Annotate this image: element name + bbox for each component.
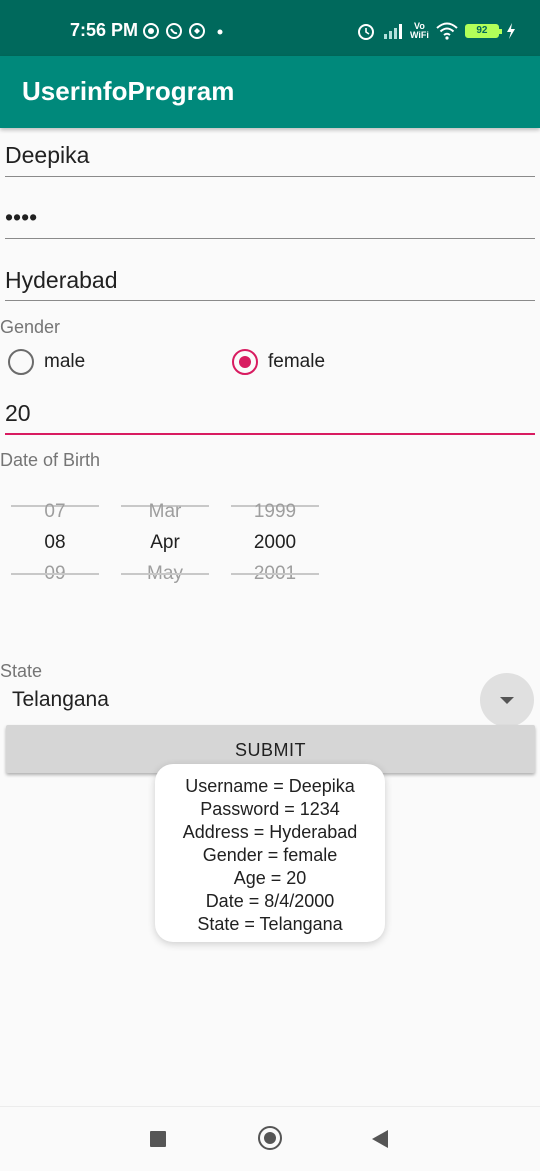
toast-line: Address = Hyderabad [182, 822, 358, 842]
radio-male-label: male [44, 351, 86, 372]
back-icon[interactable] [372, 1130, 388, 1148]
day-current: 08 [44, 532, 66, 553]
address-value: Hyderabad [5, 267, 118, 293]
toast-line: Age = 20 [233, 868, 307, 888]
month-prev: Mar [148, 501, 182, 522]
signal-icon [384, 24, 402, 39]
whatsapp-icon [166, 23, 182, 39]
charging-icon [506, 23, 515, 39]
day-prev: 07 [44, 501, 66, 522]
result-toast: Username = Deepika Password = 1234 Addre… [155, 764, 385, 942]
month-picker[interactable]: Mar Apr May [120, 500, 210, 584]
picker-divider [11, 573, 99, 575]
status-bar: 7:56 PM Vo WiFi 92 [0, 0, 540, 56]
password-underline [5, 238, 535, 239]
password-value: •••• [5, 204, 38, 230]
address-underline [5, 300, 535, 301]
radio-female-label: female [268, 351, 326, 372]
day-picker[interactable]: 07 08 09 [10, 500, 100, 584]
year-prev: 1999 [253, 501, 297, 522]
state-label: State [0, 661, 43, 681]
year-current: 2000 [253, 532, 297, 553]
toast-line: Date = 8/4/2000 [205, 891, 335, 911]
home-icon[interactable] [258, 1126, 282, 1150]
dob-label: Date of Birth [0, 450, 101, 470]
month-current: Apr [150, 532, 180, 553]
toast-line: State = Telangana [197, 914, 343, 934]
picker-divider [121, 573, 209, 575]
vowifi-bottom: WiFi [410, 30, 429, 40]
alarm-icon [358, 24, 374, 40]
username-underline [5, 176, 535, 177]
username-value: Deepika [5, 142, 90, 168]
picker-divider [231, 573, 319, 575]
notification-dot-icon [217, 29, 223, 35]
status-right-icons: Vo WiFi 92 [356, 20, 516, 42]
age-value: 20 [5, 400, 31, 426]
status-time: 7:56 PM [70, 20, 139, 40]
gender-label: Gender [0, 317, 61, 337]
battery-icon: 92 [464, 24, 502, 38]
dropdown-arrow-icon[interactable] [480, 673, 534, 727]
toast-line: Password = 1234 [200, 799, 340, 819]
toast-line: Gender = female [202, 845, 338, 865]
year-picker[interactable]: 1999 2000 2001 [230, 500, 320, 584]
username-field[interactable]: Deepika [5, 142, 535, 178]
password-field[interactable]: •••• [5, 204, 535, 240]
vpn-icon [189, 23, 205, 39]
app-bar: UserinfoProgram [0, 56, 540, 128]
navigation-bar [0, 1106, 540, 1171]
age-underline [5, 433, 535, 435]
address-field[interactable]: Hyderabad [5, 267, 535, 303]
radio-female[interactable]: female [232, 346, 325, 378]
age-field[interactable]: 20 [5, 400, 535, 436]
toast-line: Username = Deepika [185, 776, 355, 796]
radio-male-circle [8, 349, 34, 375]
app-title: UserinfoProgram [22, 76, 235, 106]
radio-male[interactable]: male [8, 346, 85, 378]
radio-female-circle [232, 349, 258, 375]
status-left-icons [142, 21, 225, 41]
state-spinner-value[interactable]: Telangana [12, 688, 109, 712]
camera-icon [143, 23, 159, 39]
vowifi-icon: Vo WiFi [410, 22, 429, 40]
wifi-icon [436, 22, 458, 40]
recents-icon[interactable] [150, 1131, 166, 1147]
